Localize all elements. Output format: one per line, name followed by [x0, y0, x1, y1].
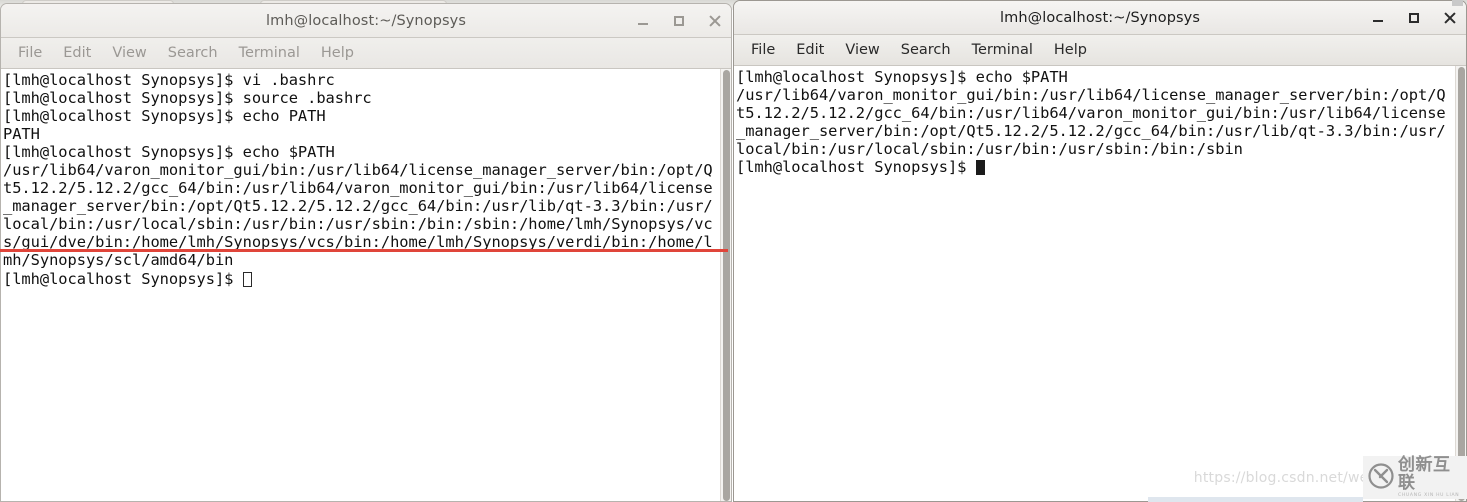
terminal-body-right[interactable]: [lmh@localhost Synopsys]$ echo $PATH /us…	[734, 66, 1466, 501]
menu-item-file[interactable]: File	[742, 40, 784, 60]
watermark-accent-bar	[1148, 497, 1363, 502]
menu-item-search[interactable]: Search	[159, 43, 227, 63]
scrollbar-thumb-left[interactable]	[723, 70, 730, 501]
menu-item-file[interactable]: File	[9, 43, 51, 63]
circle-x-logo-icon	[1367, 462, 1395, 494]
menu-item-edit[interactable]: Edit	[787, 40, 833, 60]
minimize-icon[interactable]	[635, 13, 651, 29]
maximize-icon[interactable]	[1406, 10, 1422, 26]
watermark-url: https://blog.csdn.net/weix	[1193, 470, 1381, 486]
menu-item-help[interactable]: Help	[312, 43, 363, 63]
menu-item-edit[interactable]: Edit	[54, 43, 100, 63]
minimize-icon[interactable]	[1370, 10, 1386, 26]
menu-item-view[interactable]: View	[103, 43, 155, 63]
window-controls-left	[635, 4, 723, 37]
watermark-logo-cn: 创新互联	[1398, 455, 1451, 493]
maximize-icon[interactable]	[671, 13, 687, 29]
watermark-logo-pinyin: CHUANG XIN HU LIAN	[1398, 493, 1460, 498]
menubar-left: File Edit View Search Terminal Help	[1, 38, 731, 69]
window-controls-right	[1370, 1, 1458, 34]
window-title-left: lmh@localhost:~/Synopsys	[266, 12, 466, 29]
watermark-corner-tick	[1452, 0, 1463, 6]
terminal-output-left: [lmh@localhost Synopsys]$ vi .bashrc [lm…	[3, 71, 719, 288]
terminal-cursor-right	[975, 160, 985, 176]
window-title-right: lmh@localhost:~/Synopsys	[1000, 9, 1200, 26]
terminal-window-right[interactable]: lmh@localhost:~/Synopsys File Edit View …	[733, 0, 1467, 502]
terminal-text-left: [lmh@localhost Synopsys]$ vi .bashrc [lm…	[3, 71, 713, 288]
terminal-output-right: [lmh@localhost Synopsys]$ echo $PATH /us…	[736, 68, 1454, 176]
terminal-cursor-left	[242, 271, 252, 287]
menubar-right: File Edit View Search Terminal Help	[734, 35, 1466, 66]
scrollbar-left[interactable]	[720, 69, 731, 501]
menu-item-view[interactable]: View	[836, 40, 888, 60]
menu-item-terminal[interactable]: Terminal	[230, 43, 309, 63]
terminal-text-right: [lmh@localhost Synopsys]$ echo $PATH /us…	[736, 68, 1446, 177]
close-icon[interactable]	[1442, 10, 1458, 26]
close-icon[interactable]	[707, 13, 723, 29]
menu-item-terminal[interactable]: Terminal	[963, 40, 1042, 60]
watermark-logo-text: 创新互联 CHUANG XIN HU LIAN	[1398, 456, 1467, 499]
titlebar-left[interactable]: lmh@localhost:~/Synopsys	[1, 4, 731, 38]
watermark-logo: 创新互联 CHUANG XIN HU LIAN	[1363, 456, 1467, 499]
red-underline-annotation	[0, 249, 728, 252]
menu-item-search[interactable]: Search	[892, 40, 960, 60]
terminal-window-left[interactable]: lmh@localhost:~/Synopsys File Edit View …	[0, 3, 732, 502]
menu-item-help[interactable]: Help	[1045, 40, 1096, 60]
terminal-body-left[interactable]: [lmh@localhost Synopsys]$ vi .bashrc [lm…	[1, 69, 731, 501]
titlebar-right[interactable]: lmh@localhost:~/Synopsys	[734, 1, 1466, 35]
scrollbar-thumb-right[interactable]	[1458, 67, 1465, 501]
scrollbar-right[interactable]	[1455, 66, 1466, 501]
